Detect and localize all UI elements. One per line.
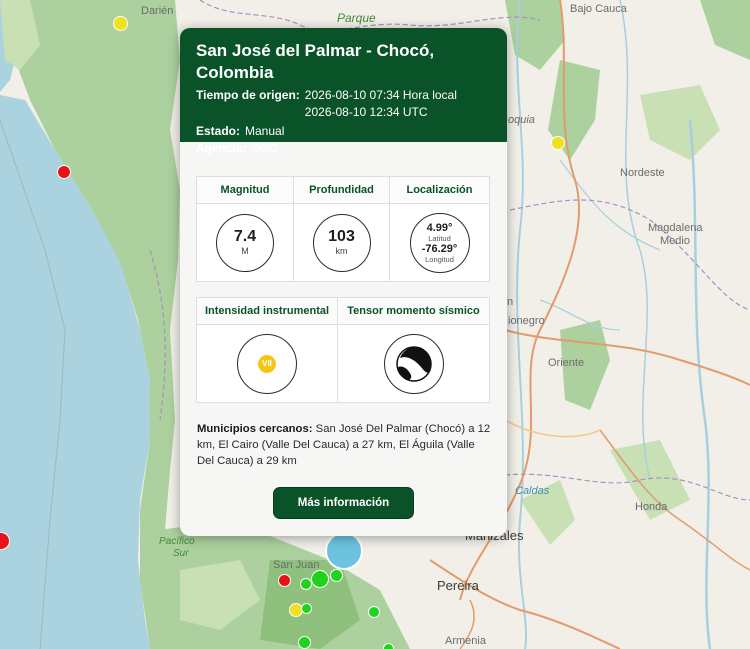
origin-time-label: Tiempo de origen: <box>196 88 300 102</box>
map-label: Parque <box>337 11 376 25</box>
earthquake-marker[interactable] <box>113 16 128 31</box>
map-label: Caldas <box>515 485 550 497</box>
focal-mechanism-icon <box>395 345 432 382</box>
longitude-value: -76.29° <box>421 242 458 255</box>
status-value: Manual <box>245 124 285 138</box>
map-label: oquia <box>508 114 535 126</box>
earthquake-marker[interactable] <box>368 606 380 618</box>
latitude-label: Latitud <box>428 233 451 243</box>
nearby-municipalities: Municipios cercanos: San José Del Palmar… <box>197 421 493 469</box>
origin-time-utc: 2026-08-10 12:34 UTC <box>304 105 428 119</box>
agency-label: Agencia: <box>196 141 247 155</box>
earthquake-marker[interactable] <box>278 574 291 587</box>
map-label: Armenia <box>445 635 486 647</box>
origin-time-row: Tiempo de origen: 2026-08-10 07:34 Hora … <box>196 87 491 121</box>
location-cell: 4.99° Latitud -76.29° Longitud <box>390 204 489 281</box>
intensity-circle: VII <box>237 333 297 394</box>
magnitude-header: Magnitud <box>197 177 294 204</box>
summary-cards: Magnitud Profundidad Localización 7.4 M … <box>196 176 490 403</box>
depth-cell: 103 km <box>294 204 390 281</box>
earthquake-marker[interactable] <box>311 570 329 588</box>
earthquake-popup: San José del Palmar - Chocó, Colombia Ti… <box>180 28 507 536</box>
depth-circle: 103 km <box>312 213 371 272</box>
popup-header: San José del Palmar - Chocó, Colombia Ti… <box>180 28 507 155</box>
map-label: Medio <box>660 235 690 247</box>
intensity-badge: VII <box>258 354 276 373</box>
tensor-header: Tensor momento sísmico <box>338 298 489 325</box>
tensor-cell <box>338 325 489 402</box>
depth-header: Profundidad <box>294 177 390 204</box>
agency-value: SGC <box>251 141 278 155</box>
map-label: Honda <box>635 501 668 513</box>
earthquake-marker[interactable] <box>383 643 394 649</box>
earthquake-marker[interactable] <box>300 578 312 590</box>
map-label: ionegro <box>508 315 545 327</box>
earthquake-marker[interactable] <box>57 165 71 179</box>
more-info-button[interactable]: Más información <box>273 487 414 519</box>
map-label: Pereira <box>437 578 479 593</box>
earthquake-marker[interactable] <box>298 636 311 649</box>
map-label: Oriente <box>548 357 585 369</box>
longitude-label: Longitud <box>425 254 454 264</box>
map-label: San Juan <box>273 559 320 571</box>
location-circle: 4.99° Latitud -76.29° Longitud <box>409 212 470 273</box>
municipalities-label: Municipios cercanos: <box>197 423 313 435</box>
origin-time-local: 2026-08-10 07:34 Hora local <box>304 88 457 102</box>
intensity-cell: VII <box>197 325 338 402</box>
intensity-header: Intensidad instrumental <box>197 298 338 325</box>
summary-grid: Magnitud Profundidad Localización 7.4 M … <box>196 176 490 282</box>
magnitude-cell: 7.4 M <box>197 204 294 281</box>
magnitude-value: 7.4 <box>233 228 257 245</box>
depth-value: 103 <box>328 228 355 245</box>
popup-title: San José del Palmar - Chocó, Colombia <box>196 41 435 82</box>
selected-earthquake-marker[interactable] <box>325 532 363 570</box>
map-label: Darién <box>141 5 174 17</box>
map-label: Sur <box>173 548 189 559</box>
intensity-grid: Intensidad instrumental Tensor momento s… <box>196 297 490 403</box>
status-row: Estado: Manual <box>196 123 491 140</box>
map-label: Nordeste <box>620 167 665 179</box>
location-header: Localización <box>390 177 489 204</box>
map-label: Magdalena <box>648 222 703 234</box>
earthquake-marker[interactable] <box>301 603 312 614</box>
map-label: n <box>507 296 514 308</box>
status-label: Estado: <box>196 124 241 138</box>
agency-row: Agencia: SGC <box>196 140 491 157</box>
earthquake-marker[interactable] <box>330 569 343 582</box>
map-label: Pacífico <box>159 536 195 547</box>
map-label: Bajo Cauca <box>570 3 627 15</box>
magnitude-unit: M <box>241 246 249 256</box>
magnitude-circle: 7.4 M <box>216 213 274 272</box>
tensor-circle <box>383 333 444 394</box>
depth-unit: km <box>335 246 348 256</box>
earthquake-marker[interactable] <box>551 136 565 150</box>
latitude-value: 4.99° <box>426 221 453 234</box>
